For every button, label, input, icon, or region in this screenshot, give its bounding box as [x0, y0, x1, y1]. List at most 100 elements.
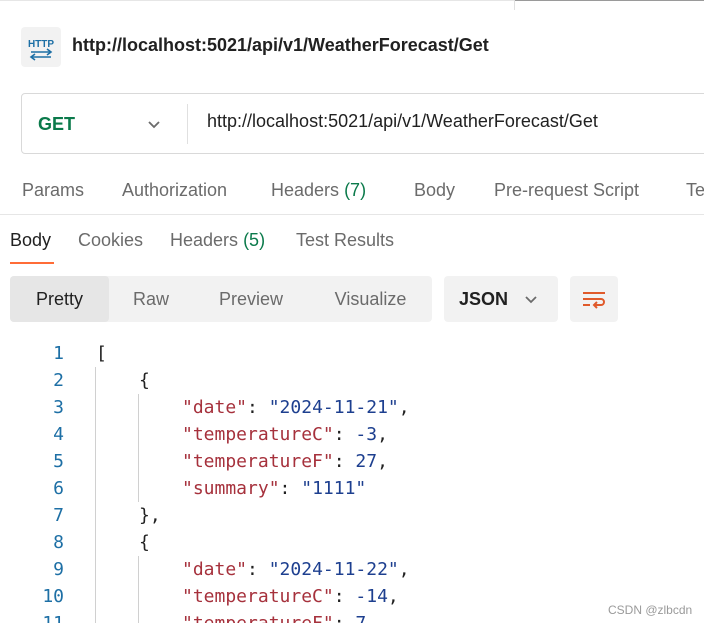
- json-token-punc: {: [139, 532, 150, 553]
- json-token-punc: [: [96, 343, 107, 364]
- line-number: 5: [53, 451, 64, 472]
- json-token-punc: :: [334, 613, 356, 623]
- code-text: "temperatureC": -3,: [182, 421, 388, 448]
- code-line: 11 "temperatureF": 7,: [0, 610, 704, 623]
- wrap-lines-icon: [583, 292, 605, 309]
- json-token-key: "temperatureF": [182, 451, 334, 472]
- code-line: 9 "date": "2024-11-22",: [0, 556, 704, 583]
- tab-tests[interactable]: Te: [686, 180, 704, 201]
- code-line: 7},: [0, 502, 704, 529]
- line-number: 2: [53, 370, 64, 391]
- wrap-lines-button[interactable]: [570, 276, 618, 322]
- response-body-viewer[interactable]: 1[2{3 "date": "2024-11-21", 4 "temperatureC…: [0, 340, 704, 623]
- tab-headers-label: Headers: [271, 180, 340, 200]
- url-divider: [187, 104, 188, 144]
- json-token-key: "summary": [182, 478, 280, 499]
- code-text: "temperatureC": -14,: [182, 583, 399, 610]
- json-token-punc: :: [333, 424, 356, 445]
- code-text: [: [96, 340, 107, 367]
- tab-prerequest-script[interactable]: Pre-request Script: [494, 180, 639, 201]
- json-token-num: -14: [355, 586, 388, 607]
- json-token-punc: :: [279, 478, 302, 499]
- chevron-down-icon[interactable]: [146, 116, 162, 132]
- code-line: 10 "temperatureC": -14,: [0, 583, 704, 610]
- code-text: "date": "2024-11-22",: [182, 556, 410, 583]
- code-line: 3 "date": "2024-11-21",: [0, 394, 704, 421]
- json-token-punc: ,: [377, 451, 388, 472]
- active-tab-indicator: [10, 262, 54, 264]
- code-text: "temperatureF": 27,: [182, 448, 388, 475]
- line-number: 10: [42, 586, 64, 607]
- json-token-key: "date": [182, 559, 248, 580]
- json-token-num: -3: [355, 424, 378, 445]
- request-title[interactable]: http://localhost:5021/api/v1/WeatherFore…: [72, 35, 489, 56]
- response-tab-test-results[interactable]: Test Results: [296, 230, 394, 251]
- svg-text:HTTP: HTTP: [28, 39, 54, 50]
- view-pretty-button[interactable]: Pretty: [10, 276, 109, 322]
- json-token-str: "2024-11-21": [268, 397, 399, 418]
- json-token-punc: :: [333, 451, 356, 472]
- view-visualize-button[interactable]: Visualize: [309, 276, 432, 322]
- code-line: 1[: [0, 340, 704, 367]
- response-headers-label: Headers: [170, 230, 239, 250]
- line-number: 9: [53, 559, 64, 580]
- json-token-punc: ,: [398, 559, 410, 580]
- response-tab-headers[interactable]: Headers (5): [170, 230, 265, 251]
- code-line: 6 "summary": "1111": [0, 475, 704, 502]
- top-divider: [514, 0, 515, 10]
- json-token-str: "2024-11-22": [268, 559, 399, 580]
- method-selector[interactable]: GET: [38, 114, 75, 135]
- indent-guide: [138, 556, 139, 623]
- tab-authorization[interactable]: Authorization: [122, 180, 227, 201]
- tab-headers[interactable]: Headers (7): [271, 180, 366, 201]
- code-text: "date": "2024-11-21",: [182, 394, 410, 421]
- view-raw-button[interactable]: Raw: [109, 276, 193, 322]
- line-number: 4: [53, 424, 64, 445]
- indent-guide: [138, 394, 139, 502]
- code-text: {: [139, 529, 150, 556]
- tab-params[interactable]: Params: [22, 180, 84, 201]
- code-text: "summary": "1111": [182, 475, 366, 502]
- tabs-divider: [0, 214, 704, 215]
- view-preview-button[interactable]: Preview: [193, 276, 309, 322]
- json-token-str: "1111": [301, 478, 367, 499]
- json-token-punc: :: [247, 559, 269, 580]
- line-number: 1: [53, 343, 64, 364]
- response-tab-body[interactable]: Body: [10, 230, 51, 251]
- tab-body[interactable]: Body: [414, 180, 455, 201]
- json-token-key: "temperatureF": [182, 613, 334, 623]
- code-line: 2{: [0, 367, 704, 394]
- code-text: "temperatureF": 7,: [182, 610, 377, 623]
- line-number: 7: [53, 505, 64, 526]
- json-token-key: "temperatureC": [182, 586, 334, 607]
- line-number: 3: [53, 397, 64, 418]
- line-number: 6: [53, 478, 64, 499]
- chevron-down-icon[interactable]: [523, 291, 539, 307]
- url-input[interactable]: [207, 111, 687, 132]
- json-token-punc: },: [139, 505, 161, 526]
- json-token-punc: ,: [398, 397, 410, 418]
- line-number: 11: [0, 610, 64, 623]
- code-text: {: [139, 367, 150, 394]
- code-line: 5 "temperatureF": 27,: [0, 448, 704, 475]
- response-headers-count: (5): [243, 230, 266, 250]
- json-token-num: 7: [355, 613, 366, 623]
- top-border-dark: [514, 0, 704, 1]
- json-token-punc: ,: [377, 424, 388, 445]
- json-token-key: "temperatureC": [182, 424, 334, 445]
- code-line: 8{: [0, 529, 704, 556]
- json-token-punc: {: [139, 370, 150, 391]
- json-token-punc: :: [247, 397, 269, 418]
- line-number: 8: [53, 532, 64, 553]
- response-tab-cookies[interactable]: Cookies: [78, 230, 143, 251]
- watermark: CSDN @zlbcdn: [608, 603, 693, 617]
- json-token-key: "date": [182, 397, 248, 418]
- json-token-punc: ,: [387, 586, 399, 607]
- tab-headers-count: (7): [344, 180, 367, 200]
- indent-guide: [95, 367, 96, 623]
- http-request-icon: HTTP: [21, 27, 61, 67]
- code-line: 4 "temperatureC": -3,: [0, 421, 704, 448]
- json-token-punc: :: [333, 586, 356, 607]
- json-token-num: 27: [355, 451, 378, 472]
- format-select-value: JSON: [459, 289, 509, 309]
